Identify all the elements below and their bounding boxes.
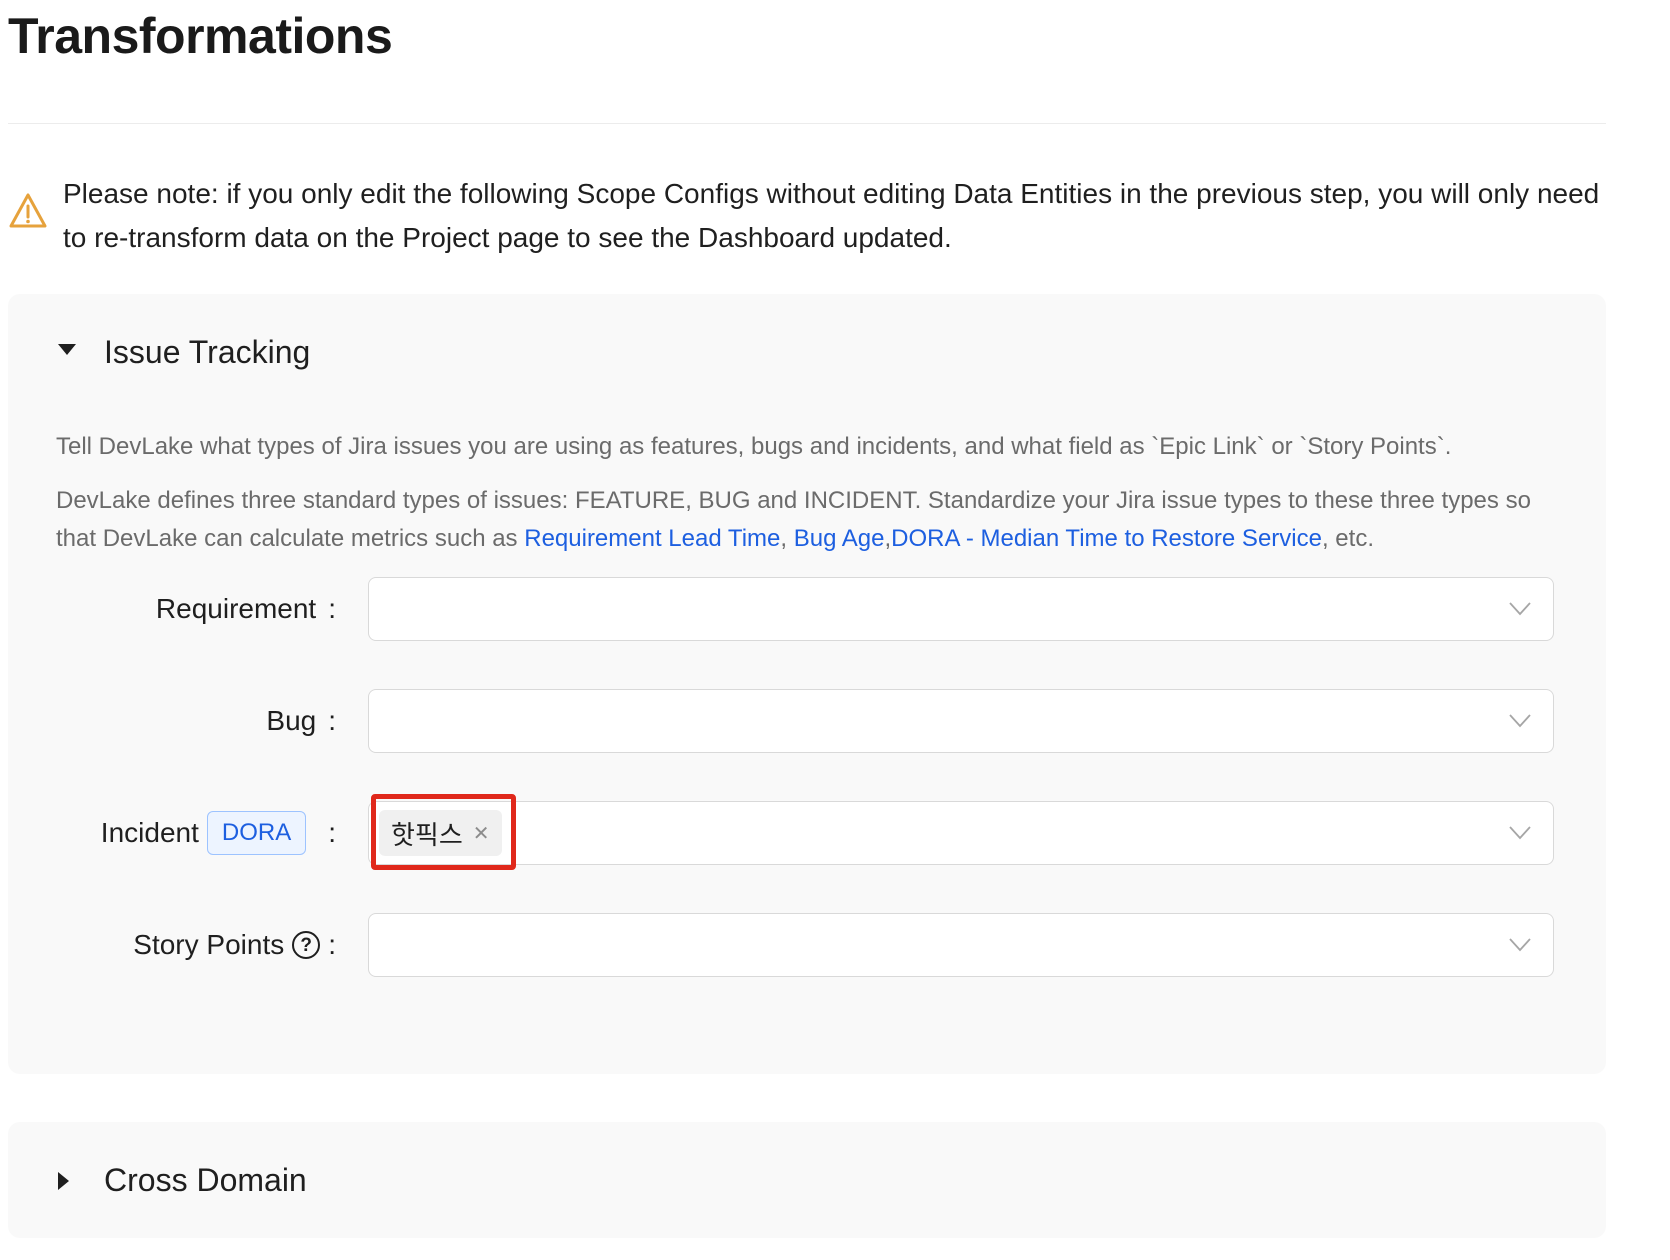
- close-icon[interactable]: ✕: [473, 821, 490, 845]
- label-colon: :: [328, 705, 336, 736]
- selected-tag-label: 핫픽스: [391, 820, 463, 851]
- story-points-label-text: Story Points: [133, 929, 285, 960]
- page-title: Transformations: [8, 8, 393, 64]
- incident-select[interactable]: 핫픽스 ✕: [368, 801, 1554, 865]
- selected-tag-chip: 핫픽스 ✕: [379, 810, 502, 856]
- requirement-lead-time-link[interactable]: Requirement Lead Time: [524, 525, 780, 552]
- issue-tracking-title: Issue Tracking: [104, 334, 311, 370]
- issue-tracking-description: Tell DevLake what types of Jira issues y…: [56, 433, 1452, 460]
- bug-row: Bug:: [8, 689, 1606, 753]
- bug-label-text: Bug: [266, 705, 317, 736]
- caret-down-icon[interactable]: [58, 344, 76, 355]
- story-points-row: Story Points ?:: [8, 913, 1606, 977]
- link-separator: ,: [780, 525, 794, 552]
- warning-icon: [9, 193, 47, 228]
- description-suffix: , etc.: [1321, 525, 1374, 552]
- issue-tracking-header[interactable]: Issue Tracking: [8, 294, 1606, 410]
- requirement-row: Requirement:: [8, 577, 1606, 641]
- standard-types-description: DevLake defines three standard types of …: [56, 482, 1566, 558]
- bug-label: Bug:: [266, 689, 336, 753]
- chevron-down-icon: [1509, 714, 1531, 728]
- incident-label: Incident DORA :: [101, 801, 336, 865]
- incident-label-text: Incident: [100, 817, 199, 848]
- bug-age-link[interactable]: Bug Age: [794, 525, 885, 552]
- label-colon: :: [328, 929, 336, 960]
- dora-tag: DORA: [206, 811, 307, 855]
- dora-mttr-link[interactable]: DORA - Median Time to Restore Service: [891, 525, 1322, 552]
- cross-domain-header[interactable]: Cross Domain: [8, 1122, 1606, 1238]
- header-divider: [8, 123, 1606, 124]
- requirement-select[interactable]: [368, 577, 1554, 641]
- story-points-select[interactable]: [368, 913, 1554, 977]
- transformations-page: Transformations Please note: if you only…: [0, 0, 1670, 1260]
- label-colon: :: [328, 593, 336, 624]
- note-text: Please note: if you only edit the follow…: [63, 178, 1600, 253]
- question-circle-icon[interactable]: ?: [292, 931, 321, 959]
- cross-domain-panel: Cross Domain: [8, 1122, 1606, 1238]
- incident-row: Incident DORA : 핫픽스 ✕: [8, 794, 1606, 870]
- chevron-down-icon: [1509, 938, 1531, 952]
- caret-right-icon[interactable]: [58, 1172, 69, 1190]
- chevron-down-icon: [1509, 826, 1531, 840]
- requirement-label: Requirement:: [156, 577, 336, 641]
- story-points-label: Story Points ?:: [133, 913, 336, 977]
- chevron-down-icon: [1509, 602, 1531, 616]
- issue-tracking-panel: Issue Tracking Tell DevLake what types o…: [8, 294, 1606, 1074]
- cross-domain-title: Cross Domain: [104, 1162, 307, 1198]
- requirement-label-text: Requirement: [155, 593, 317, 624]
- label-colon: :: [328, 817, 336, 848]
- bug-select[interactable]: [368, 689, 1554, 753]
